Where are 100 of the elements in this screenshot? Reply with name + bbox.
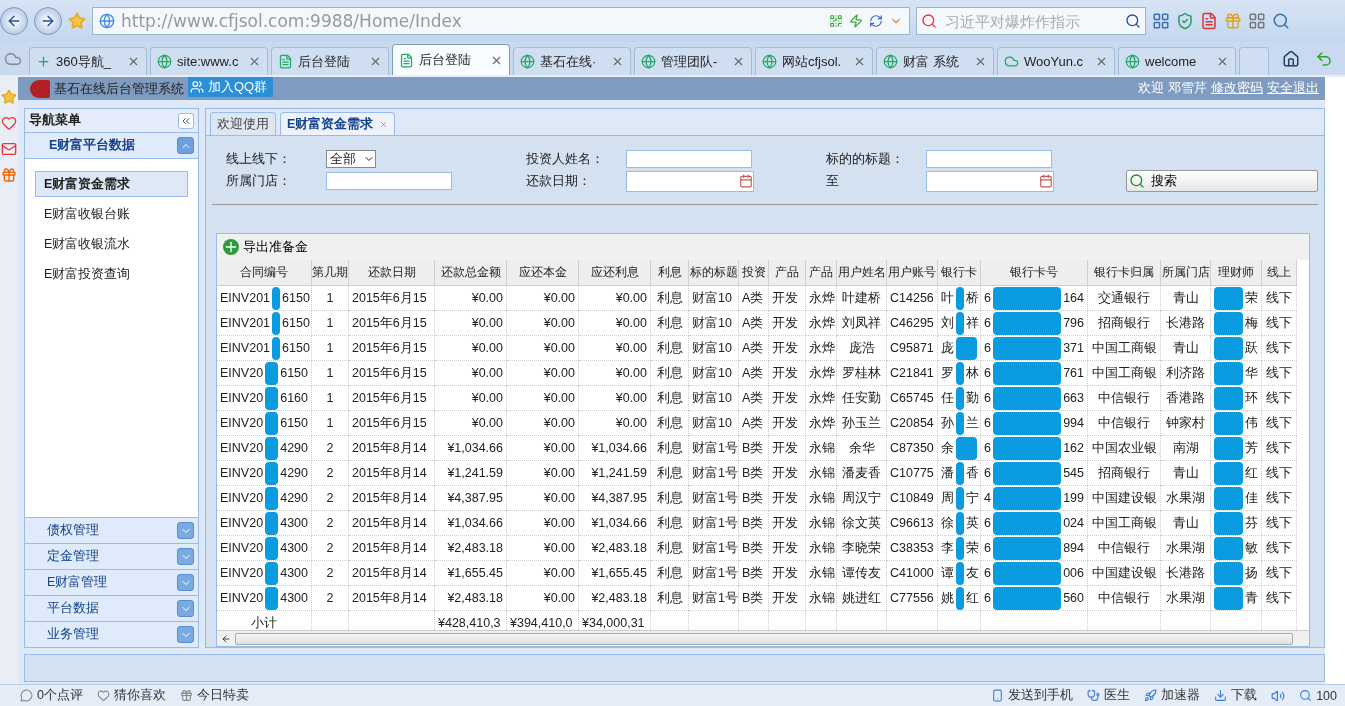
column-header[interactable]: 投资 xyxy=(739,260,769,286)
column-header[interactable]: 线上 xyxy=(1262,260,1297,286)
status-item[interactable]: 医生 xyxy=(1087,687,1131,704)
status-item[interactable]: 下载 xyxy=(1214,687,1258,704)
apps-icon[interactable] xyxy=(1152,12,1170,30)
collapse-icon[interactable] xyxy=(177,137,194,154)
column-header[interactable]: 标的标题 xyxy=(689,260,739,286)
column-header[interactable]: 还款日期 xyxy=(349,260,435,286)
nav-item[interactable]: E财富投资查询 xyxy=(35,261,188,287)
browser-tab[interactable]: 管理团队- xyxy=(634,47,752,75)
column-header[interactable]: 用户账号 xyxy=(887,260,938,286)
undo-icon[interactable] xyxy=(1315,49,1333,68)
home-icon[interactable] xyxy=(1282,49,1300,68)
search-icon[interactable] xyxy=(1125,13,1141,29)
column-header[interactable]: 应还本金 xyxy=(507,260,579,286)
column-header[interactable]: 所属门店 xyxy=(1161,260,1211,286)
nav-group[interactable]: 业务管理 xyxy=(25,621,198,647)
column-header[interactable]: 还款总金额 xyxy=(435,260,507,286)
column-header[interactable]: 产品 xyxy=(769,260,806,286)
gift-icon[interactable] xyxy=(1224,12,1242,30)
investor-field[interactable] xyxy=(626,150,752,168)
search-engine-icon[interactable] xyxy=(921,13,937,29)
nav-section[interactable]: E财富平台数据 xyxy=(25,133,198,159)
scroll-left-icon[interactable] xyxy=(221,633,231,644)
store-field[interactable] xyxy=(326,172,452,190)
nav-item[interactable]: E财富收银台账 xyxy=(35,201,188,227)
refresh-icon[interactable] xyxy=(869,14,883,28)
search-input[interactable]: 习近平对爆炸作指示 xyxy=(943,11,1119,31)
column-header[interactable]: 产品 xyxy=(806,260,837,286)
nav-item[interactable]: E财富资金需求 xyxy=(35,171,188,197)
back-button[interactable] xyxy=(0,7,28,35)
browser-tab[interactable]: 财富 系统 xyxy=(876,47,994,75)
column-header[interactable]: 应还利息 xyxy=(579,260,651,286)
content-tab[interactable]: E财富资金需求 xyxy=(280,112,396,135)
content-tab[interactable]: 欢迎使用 xyxy=(210,112,276,135)
magnifier-icon[interactable] xyxy=(1272,12,1290,30)
column-header[interactable]: 用户姓名 xyxy=(837,260,887,286)
column-header[interactable]: 银行卡归属 xyxy=(1088,260,1161,286)
column-header[interactable]: 理财师 xyxy=(1211,260,1262,286)
browser-tab[interactable]: 网站cfjsol. xyxy=(755,47,873,75)
shield-icon[interactable] xyxy=(1176,12,1194,30)
calendar-icon[interactable] xyxy=(1039,174,1053,188)
forward-button[interactable] xyxy=(34,7,62,35)
heart-icon[interactable] xyxy=(1,115,17,131)
close-icon[interactable] xyxy=(1095,55,1108,68)
expand-icon[interactable] xyxy=(177,574,194,591)
status-item[interactable]: 发送到手机 xyxy=(991,687,1074,704)
column-header[interactable]: 利息 xyxy=(651,260,689,286)
nav-group[interactable]: 债权管理 xyxy=(25,517,198,543)
qr-code-icon[interactable] xyxy=(829,14,843,28)
close-icon[interactable] xyxy=(1216,55,1229,68)
close-icon[interactable] xyxy=(369,55,382,68)
close-icon[interactable] xyxy=(732,55,745,68)
close-icon[interactable] xyxy=(853,55,866,68)
lightning-icon[interactable] xyxy=(849,14,863,28)
expand-icon[interactable] xyxy=(177,600,194,617)
close-icon[interactable] xyxy=(379,119,389,129)
document-icon[interactable] xyxy=(1200,12,1218,30)
column-header[interactable]: 银行卡号 xyxy=(981,260,1088,286)
calendar-icon[interactable] xyxy=(739,174,753,188)
browser-tab[interactable]: WooYun.c xyxy=(997,47,1115,75)
search-button[interactable]: 搜索 xyxy=(1126,170,1318,192)
column-header[interactable]: 合同编号 xyxy=(217,260,312,286)
close-icon[interactable] xyxy=(611,55,624,68)
close-icon[interactable] xyxy=(974,55,987,68)
online-select[interactable]: 全部 xyxy=(326,150,376,168)
date-field[interactable] xyxy=(926,170,1054,192)
nav-group[interactable]: 定金管理 xyxy=(25,543,198,569)
mail-icon[interactable] xyxy=(1,141,17,157)
column-header[interactable]: 第几期 xyxy=(312,260,349,286)
status-item[interactable]: 加速器 xyxy=(1144,687,1201,704)
scrollbar-thumb[interactable] xyxy=(235,632,1293,645)
date-field[interactable] xyxy=(626,170,754,192)
browser-tab[interactable]: 360导航_ xyxy=(29,47,147,75)
status-item[interactable]: 今日特卖 xyxy=(179,687,249,704)
browser-tab[interactable]: 后台登陆 xyxy=(392,44,510,75)
status-item[interactable]: 猜你喜欢 xyxy=(96,687,166,704)
export-button[interactable]: 导出准备金 xyxy=(223,238,308,256)
browser-tab[interactable]: site:www.c xyxy=(150,47,268,75)
collapse-button[interactable] xyxy=(178,112,194,129)
nav-group[interactable]: E财富管理 xyxy=(25,569,198,595)
column-header[interactable]: 银行卡 xyxy=(938,260,981,286)
expand-icon[interactable] xyxy=(177,626,194,643)
expand-icon[interactable] xyxy=(177,548,194,565)
close-icon[interactable] xyxy=(248,55,261,68)
browser-tab[interactable]: 后台登陆 xyxy=(271,47,389,75)
zoom-control[interactable]: 100 xyxy=(1299,688,1337,703)
favorites-star-icon[interactable] xyxy=(68,12,86,30)
gift-icon[interactable] xyxy=(1,167,17,183)
title-field[interactable] xyxy=(926,150,1052,168)
search-field[interactable]: 习近平对爆炸作指示 xyxy=(916,7,1146,35)
expand-icon[interactable] xyxy=(177,522,194,539)
browser-tab[interactable]: 基石在线· xyxy=(513,47,631,75)
star-icon[interactable] xyxy=(1,89,17,105)
volume-icon[interactable] xyxy=(1271,688,1286,703)
nav-group[interactable]: 平台数据 xyxy=(25,595,198,621)
close-icon[interactable] xyxy=(127,55,140,68)
qq-group-button[interactable]: 加入QQ群 xyxy=(188,76,274,97)
nav-item[interactable]: E财富收银流水 xyxy=(35,231,188,257)
browser-tab[interactable]: welcome xyxy=(1118,47,1236,75)
